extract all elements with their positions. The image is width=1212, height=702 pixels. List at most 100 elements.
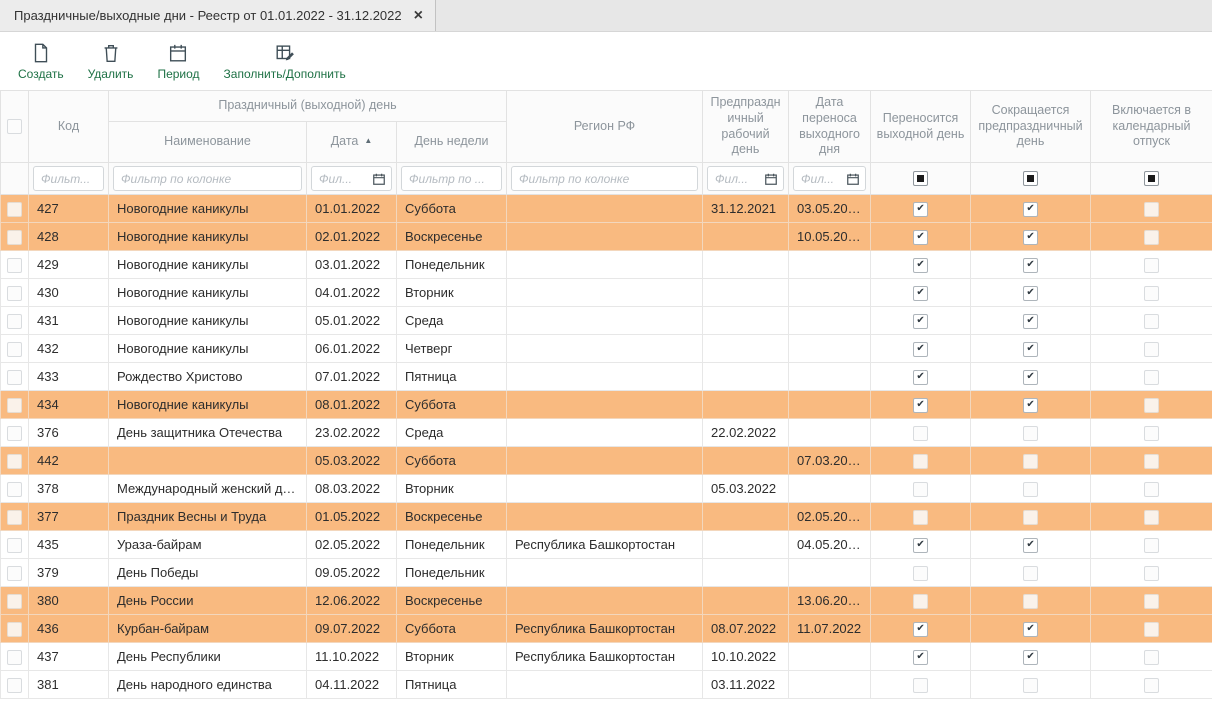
table-row[interactable]: 435Ураза-байрам02.05.2022ПонедельникРесп… [1, 531, 1212, 559]
transferred-checkbox[interactable] [913, 566, 928, 581]
filter-weekday-input[interactable] [407, 171, 496, 187]
row-select-checkbox[interactable] [7, 622, 22, 637]
transferred-checkbox[interactable]: ✔ [913, 622, 928, 637]
row-select-cell[interactable] [1, 559, 29, 587]
table-row[interactable]: 377Праздник Весны и Труда01.05.2022Воскр… [1, 503, 1212, 531]
row-select-cell[interactable] [1, 475, 29, 503]
row-select-cell[interactable] [1, 279, 29, 307]
table-row[interactable]: 433Рождество Христово07.01.2022Пятница✔✔ [1, 363, 1212, 391]
table-row[interactable]: 434Новогодние каникулы08.01.2022Суббота✔… [1, 391, 1212, 419]
table-row[interactable]: 431Новогодние каникулы05.01.2022Среда✔✔ [1, 307, 1212, 335]
vacation-checkbox[interactable] [1144, 314, 1159, 329]
transferred-checkbox[interactable]: ✔ [913, 650, 928, 665]
row-select-checkbox[interactable] [7, 454, 22, 469]
transferred-checkbox[interactable]: ✔ [913, 398, 928, 413]
row-select-checkbox[interactable] [7, 398, 22, 413]
transferred-checkbox[interactable]: ✔ [913, 342, 928, 357]
vacation-checkbox[interactable] [1144, 370, 1159, 385]
column-header-vacation[interactable]: Включается в календарный отпуск [1091, 91, 1212, 163]
create-button[interactable]: Создать [8, 38, 74, 85]
shortened-checkbox[interactable]: ✔ [1023, 398, 1038, 413]
fill-button[interactable]: Заполнить/Дополнить [214, 38, 356, 85]
vacation-checkbox[interactable] [1144, 202, 1159, 217]
table-row[interactable]: 429Новогодние каникулы03.01.2022Понедель… [1, 251, 1212, 279]
row-select-checkbox[interactable] [7, 510, 22, 525]
period-button[interactable]: Период [147, 38, 209, 85]
transferred-checkbox[interactable]: ✔ [913, 314, 928, 329]
transferred-checkbox[interactable]: ✔ [913, 286, 928, 301]
shortened-checkbox[interactable] [1023, 426, 1038, 441]
shortened-checkbox[interactable]: ✔ [1023, 622, 1038, 637]
column-header-transfer-date[interactable]: Дата переноса выходного дня [789, 91, 871, 163]
row-select-checkbox[interactable] [7, 370, 22, 385]
row-select-checkbox[interactable] [7, 314, 22, 329]
shortened-checkbox[interactable] [1023, 510, 1038, 525]
vacation-checkbox[interactable] [1144, 650, 1159, 665]
shortened-checkbox[interactable] [1023, 566, 1038, 581]
row-select-checkbox[interactable] [7, 426, 22, 441]
row-select-checkbox[interactable] [7, 594, 22, 609]
filter-shortened-checkbox[interactable] [1023, 171, 1038, 186]
table-row[interactable]: 379День Победы09.05.2022Понедельник [1, 559, 1212, 587]
filter-date-input[interactable] [317, 171, 369, 187]
shortened-checkbox[interactable] [1023, 454, 1038, 469]
row-select-checkbox[interactable] [7, 678, 22, 693]
tab-holidays-registry[interactable]: Праздничные/выходные дни - Реестр от 01.… [0, 0, 436, 31]
transferred-checkbox[interactable] [913, 454, 928, 469]
table-row[interactable]: 437День Республики11.10.2022ВторникРеспу… [1, 643, 1212, 671]
vacation-checkbox[interactable] [1144, 510, 1159, 525]
row-select-cell[interactable] [1, 587, 29, 615]
vacation-checkbox[interactable] [1144, 398, 1159, 413]
filter-name-input[interactable] [119, 171, 296, 187]
table-row[interactable]: 376День защитника Отечества23.02.2022Сре… [1, 419, 1212, 447]
filter-code-input[interactable] [39, 171, 98, 187]
table-row[interactable]: 427Новогодние каникулы01.01.2022Суббота3… [1, 195, 1212, 223]
row-select-cell[interactable] [1, 307, 29, 335]
vacation-checkbox[interactable] [1144, 454, 1159, 469]
shortened-checkbox[interactable] [1023, 594, 1038, 609]
transferred-checkbox[interactable]: ✔ [913, 538, 928, 553]
shortened-checkbox[interactable] [1023, 678, 1038, 693]
transferred-checkbox[interactable]: ✔ [913, 258, 928, 273]
vacation-checkbox[interactable] [1144, 594, 1159, 609]
table-row[interactable]: 428Новогодние каникулы02.01.2022Воскресе… [1, 223, 1212, 251]
vacation-checkbox[interactable] [1144, 342, 1159, 357]
table-row[interactable]: 432Новогодние каникулы06.01.2022Четверг✔… [1, 335, 1212, 363]
shortened-checkbox[interactable]: ✔ [1023, 314, 1038, 329]
row-select-checkbox[interactable] [7, 342, 22, 357]
row-select-cell[interactable] [1, 615, 29, 643]
row-select-checkbox[interactable] [7, 258, 22, 273]
row-select-cell[interactable] [1, 251, 29, 279]
row-select-checkbox[interactable] [7, 538, 22, 553]
vacation-checkbox[interactable] [1144, 678, 1159, 693]
vacation-checkbox[interactable] [1144, 426, 1159, 441]
vacation-checkbox[interactable] [1144, 482, 1159, 497]
column-header-region[interactable]: Регион РФ [507, 91, 703, 163]
row-select-cell[interactable] [1, 643, 29, 671]
row-select-checkbox[interactable] [7, 286, 22, 301]
column-header-transferred[interactable]: Переносится выходной день [871, 91, 971, 163]
tab-close-icon[interactable]: × [414, 8, 423, 24]
row-select-cell[interactable] [1, 391, 29, 419]
filter-preholiday-input[interactable] [713, 171, 761, 187]
transferred-checkbox[interactable] [913, 482, 928, 497]
transferred-checkbox[interactable] [913, 510, 928, 525]
row-select-cell[interactable] [1, 223, 29, 251]
row-select-cell[interactable] [1, 531, 29, 559]
shortened-checkbox[interactable]: ✔ [1023, 258, 1038, 273]
row-select-checkbox[interactable] [7, 482, 22, 497]
table-row[interactable]: 436Курбан-байрам09.07.2022СубботаРеспубл… [1, 615, 1212, 643]
delete-button[interactable]: Удалить [78, 38, 144, 85]
shortened-checkbox[interactable]: ✔ [1023, 538, 1038, 553]
vacation-checkbox[interactable] [1144, 566, 1159, 581]
vacation-checkbox[interactable] [1144, 230, 1159, 245]
table-row[interactable]: 381День народного единства04.11.2022Пятн… [1, 671, 1212, 699]
row-select-cell[interactable] [1, 671, 29, 699]
row-select-cell[interactable] [1, 335, 29, 363]
row-select-checkbox[interactable] [7, 230, 22, 245]
transferred-checkbox[interactable]: ✔ [913, 230, 928, 245]
column-header-preholiday[interactable]: Предпраздничный рабочий день [703, 91, 789, 163]
row-select-checkbox[interactable] [7, 650, 22, 665]
select-all-checkbox[interactable] [7, 119, 22, 134]
shortened-checkbox[interactable]: ✔ [1023, 650, 1038, 665]
